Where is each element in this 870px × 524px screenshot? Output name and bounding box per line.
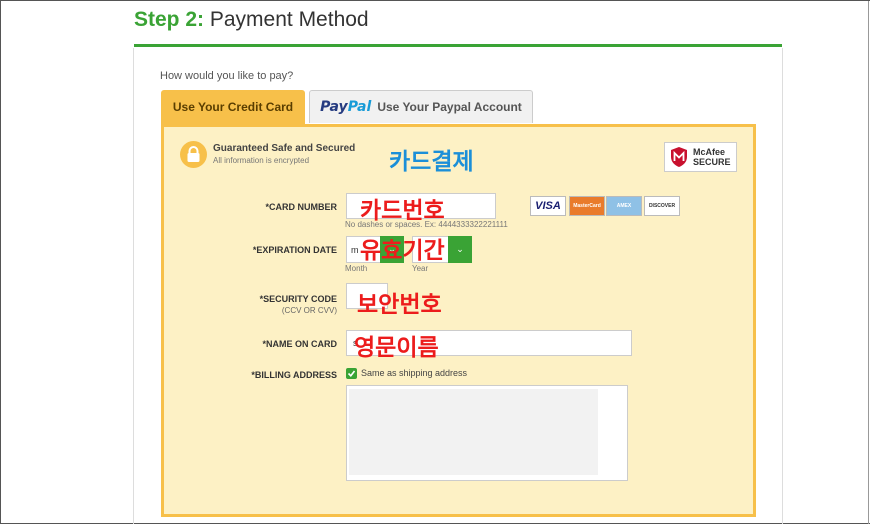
billing-address-inner: [349, 389, 598, 475]
secure-title: Guaranteed Safe and Secured: [213, 143, 356, 154]
overlay-card-number: 카드번호: [360, 198, 445, 224]
paypal-logo-pal: Pal: [347, 99, 372, 115]
discover-logo-icon: DISCOVER: [644, 196, 680, 216]
chevron-down-icon: ⌄: [456, 244, 464, 254]
frame-left-edge: [0, 1, 1, 524]
expiration-date-label: *EXPIRATION DATE: [252, 245, 337, 255]
secure-subtitle: All information is encrypted: [213, 156, 310, 165]
security-code-label: *SECURITY CODE: [259, 294, 337, 304]
card-number-label: *CARD NUMBER: [265, 202, 338, 212]
overlay-english-name: 영문이름: [354, 335, 439, 361]
expiration-month-value: m: [351, 244, 359, 255]
payment-question: How would you like to pay?: [160, 70, 294, 82]
month-helper: Month: [345, 264, 368, 273]
same-as-shipping-label[interactable]: Same as shipping address: [361, 368, 467, 378]
mcafee-line2: SECURE: [693, 157, 731, 167]
frame-right-edge: [868, 1, 869, 524]
year-helper: Year: [412, 264, 429, 273]
paypal-logo: PayPal: [320, 99, 371, 115]
title-divider: [134, 44, 782, 47]
mastercard-logo-icon: MasterCard: [569, 196, 605, 216]
overlay-security-code: 보안번호: [357, 292, 442, 318]
paypal-logo-pay: Pay: [320, 99, 348, 115]
tab-credit-card-label: Use Your Credit Card: [172, 100, 294, 114]
name-on-card-label: *NAME ON CARD: [262, 339, 337, 349]
tab-credit-card[interactable]: Use Your Credit Card: [161, 90, 305, 124]
lock-icon: [180, 141, 207, 168]
overlay-expiration: 유효기간: [360, 238, 445, 264]
same-as-shipping-checkbox[interactable]: [346, 368, 357, 379]
mcafee-secure-badge: McAfee SECURE: [664, 142, 737, 172]
overlay-card-payment: 카드결제: [389, 149, 474, 175]
visa-logo-icon: VISA: [530, 196, 566, 216]
mcafee-line1: McAfee: [693, 147, 726, 157]
tab-paypal[interactable]: PayPal Use Your Paypal Account: [309, 90, 533, 123]
step-number: Step 2:: [134, 8, 205, 31]
page-title: Step 2: Payment Method: [134, 8, 369, 32]
expiration-year-dropdown-button[interactable]: ⌄: [448, 236, 472, 263]
amex-logo-icon: AMEX: [606, 196, 642, 216]
step-title-text: Payment Method: [209, 8, 369, 31]
billing-address-label: *BILLING ADDRESS: [251, 370, 337, 380]
mcafee-shield-icon: [671, 147, 687, 167]
check-icon: [347, 370, 356, 378]
tab-paypal-label: Use Your Paypal Account: [377, 100, 522, 114]
security-code-sub: (CCV OR CVV): [281, 306, 337, 315]
